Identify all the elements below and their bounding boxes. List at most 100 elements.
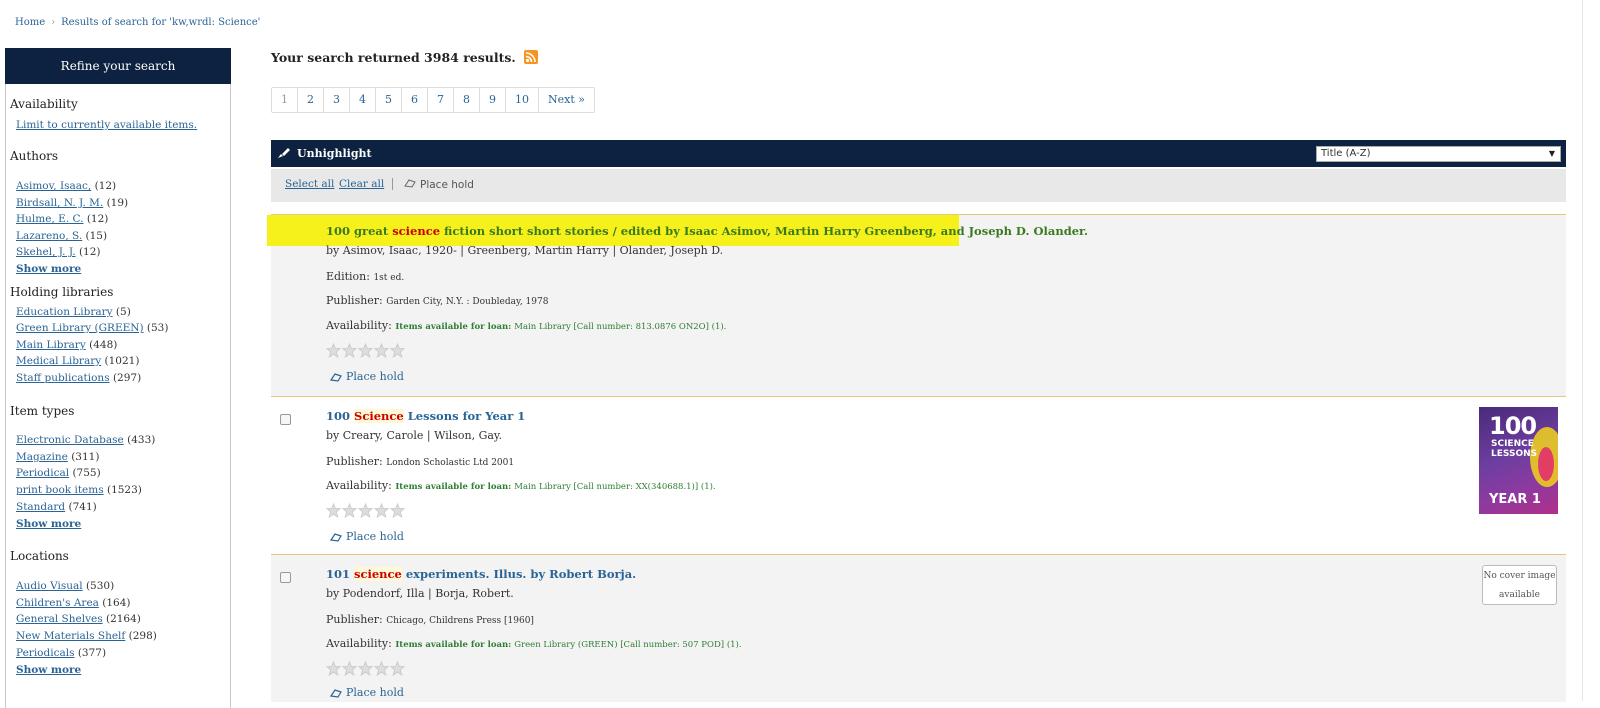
facet-item-library[interactable]: Education Library (5) — [16, 306, 131, 318]
facet-count: (755) — [72, 467, 101, 479]
page-10[interactable]: 10 — [506, 88, 539, 112]
facet-link[interactable]: Magazine — [16, 451, 68, 463]
page-8[interactable]: 8 — [454, 88, 480, 112]
breadcrumb-current-link[interactable]: Results of search for 'kw,wrdl: Science' — [61, 17, 260, 28]
facet-item-library[interactable]: Medical Library (1021) — [16, 355, 139, 367]
facet-link[interactable]: Periodicals — [16, 647, 74, 659]
facet-count: (377) — [77, 647, 107, 659]
rating-stars[interactable] — [326, 661, 405, 676]
facet-item-library[interactable]: Green Library (GREEN) (53) — [16, 322, 168, 334]
result-title[interactable]: 101 science experiments. Illus. by Rober… — [326, 567, 636, 581]
star-icon[interactable] — [374, 343, 389, 358]
itemtypes-show-more-link[interactable]: Show more — [16, 518, 81, 530]
unhighlight-button[interactable]: Unhighlight — [277, 140, 372, 167]
place-hold-toolbar-button[interactable]: Place hold — [404, 178, 474, 191]
facet-link[interactable]: Lazareno, S. — [16, 230, 82, 242]
page-9[interactable]: 9 — [480, 88, 506, 112]
facet-link[interactable]: Medical Library — [16, 355, 101, 367]
facet-item-author[interactable]: Birdsall, N. J. M. (19) — [16, 197, 128, 209]
facet-item-location[interactable]: Audio Visual (530) — [16, 580, 114, 592]
facet-link[interactable]: New Materials Shelf — [16, 630, 125, 642]
star-icon[interactable] — [342, 661, 357, 676]
availability-status: Items available for loan: — [395, 640, 515, 650]
star-icon[interactable] — [358, 503, 373, 518]
star-icon[interactable] — [342, 343, 357, 358]
facet-item-author[interactable]: Asimov, Isaac, (12) — [16, 180, 116, 192]
rating-stars[interactable] — [326, 343, 405, 358]
sort-select[interactable]: Title (A-Z) ▼ — [1316, 146, 1561, 162]
facet-item-type[interactable]: Magazine (311) — [16, 451, 99, 463]
facet-item-library[interactable]: Main Library (448) — [16, 339, 117, 351]
limit-available-link[interactable]: Limit to currently available items. — [16, 119, 197, 131]
result-checkbox[interactable] — [280, 414, 291, 425]
page-2[interactable]: 2 — [298, 88, 324, 112]
place-hold-link[interactable]: Place hold — [329, 530, 404, 543]
rss-icon[interactable] — [524, 50, 539, 64]
select-all-link[interactable]: Select all — [285, 178, 334, 190]
facet-item-type[interactable]: Standard (741) — [16, 501, 97, 513]
facet-link[interactable]: Staff publications — [16, 372, 110, 384]
result-availability: Availability: Items available for loan: … — [326, 319, 726, 332]
facet-link[interactable]: Green Library (GREEN) — [16, 322, 144, 334]
facet-item-author[interactable]: Skehel, J. J. (12) — [16, 246, 101, 258]
facet-link[interactable]: Periodical — [16, 467, 69, 479]
clear-all-link[interactable]: Clear all — [339, 178, 384, 190]
rating-stars[interactable] — [326, 503, 405, 518]
facet-item-location[interactable]: Children's Area (164) — [16, 597, 131, 609]
hold-icon — [404, 179, 416, 188]
locations-show-more-link[interactable]: Show more — [16, 664, 81, 676]
facet-item-author[interactable]: Hulme, E. C. (12) — [16, 213, 108, 225]
facet-item-location[interactable]: Periodicals (377) — [16, 647, 106, 659]
facet-link[interactable]: print book items — [16, 484, 104, 496]
star-icon[interactable] — [326, 343, 341, 358]
star-icon[interactable] — [326, 503, 341, 518]
result-checkbox[interactable] — [280, 572, 291, 583]
facet-link[interactable]: Children's Area — [16, 597, 99, 609]
facet-item-location[interactable]: New Materials Shelf (298) — [16, 630, 157, 642]
facet-title-locations: Locations — [10, 549, 69, 563]
star-icon[interactable] — [390, 661, 405, 676]
facet-link[interactable]: Birdsall, N. J. M. — [16, 197, 103, 209]
availability-status: Items available for loan: — [395, 482, 515, 492]
facet-link[interactable]: Asimov, Isaac, — [16, 180, 91, 192]
page-6[interactable]: 6 — [402, 88, 428, 112]
facet-item-library[interactable]: Staff publications (297) — [16, 372, 141, 384]
facet-link[interactable]: General Shelves — [16, 613, 103, 625]
facet-item-type[interactable]: Periodical (755) — [16, 467, 101, 479]
facet-item-location[interactable]: General Shelves (2164) — [16, 613, 141, 625]
result-title[interactable]: 100 great science fiction short short st… — [326, 224, 1088, 238]
page-4[interactable]: 4 — [350, 88, 376, 112]
star-icon[interactable] — [374, 503, 389, 518]
page-7[interactable]: 7 — [428, 88, 454, 112]
facet-link[interactable]: Education Library — [16, 306, 113, 318]
cover-art — [1538, 447, 1554, 481]
star-icon[interactable] — [342, 503, 357, 518]
page-3[interactable]: 3 — [324, 88, 350, 112]
facet-item-type[interactable]: Electronic Database (433) — [16, 434, 155, 446]
facet-link[interactable]: Standard — [16, 501, 65, 513]
authors-show-more-link[interactable]: Show more — [16, 263, 81, 275]
facet-link[interactable]: Skehel, J. J. — [16, 246, 76, 258]
facet-link[interactable]: Audio Visual — [16, 580, 83, 592]
book-cover-image[interactable]: 100 SCIENCE LESSONS YEAR 1 — [1479, 407, 1558, 514]
star-icon[interactable] — [326, 661, 341, 676]
facet-link[interactable]: Main Library — [16, 339, 86, 351]
star-icon[interactable] — [358, 343, 373, 358]
page-5[interactable]: 5 — [376, 88, 402, 112]
availability-status: Items available for loan: — [395, 322, 515, 332]
facet-item-type[interactable]: print book items (1523) — [16, 484, 142, 496]
next-page[interactable]: Next » — [539, 88, 594, 112]
star-icon[interactable] — [390, 503, 405, 518]
star-icon[interactable] — [374, 661, 389, 676]
result-title[interactable]: 100 Science Lessons for Year 1 — [326, 409, 525, 423]
place-hold-link[interactable]: Place hold — [329, 686, 404, 699]
star-icon[interactable] — [390, 343, 405, 358]
facet-link[interactable]: Electronic Database — [16, 434, 124, 446]
facet-link[interactable]: Hulme, E. C. — [16, 213, 83, 225]
place-hold-link[interactable]: Place hold — [329, 370, 404, 383]
star-icon[interactable] — [358, 661, 373, 676]
breadcrumb-home-link[interactable]: Home — [15, 17, 45, 28]
breadcrumb-separator: › — [51, 17, 56, 28]
facet-count: (12) — [94, 180, 117, 192]
facet-item-author[interactable]: Lazareno, S. (15) — [16, 230, 107, 242]
